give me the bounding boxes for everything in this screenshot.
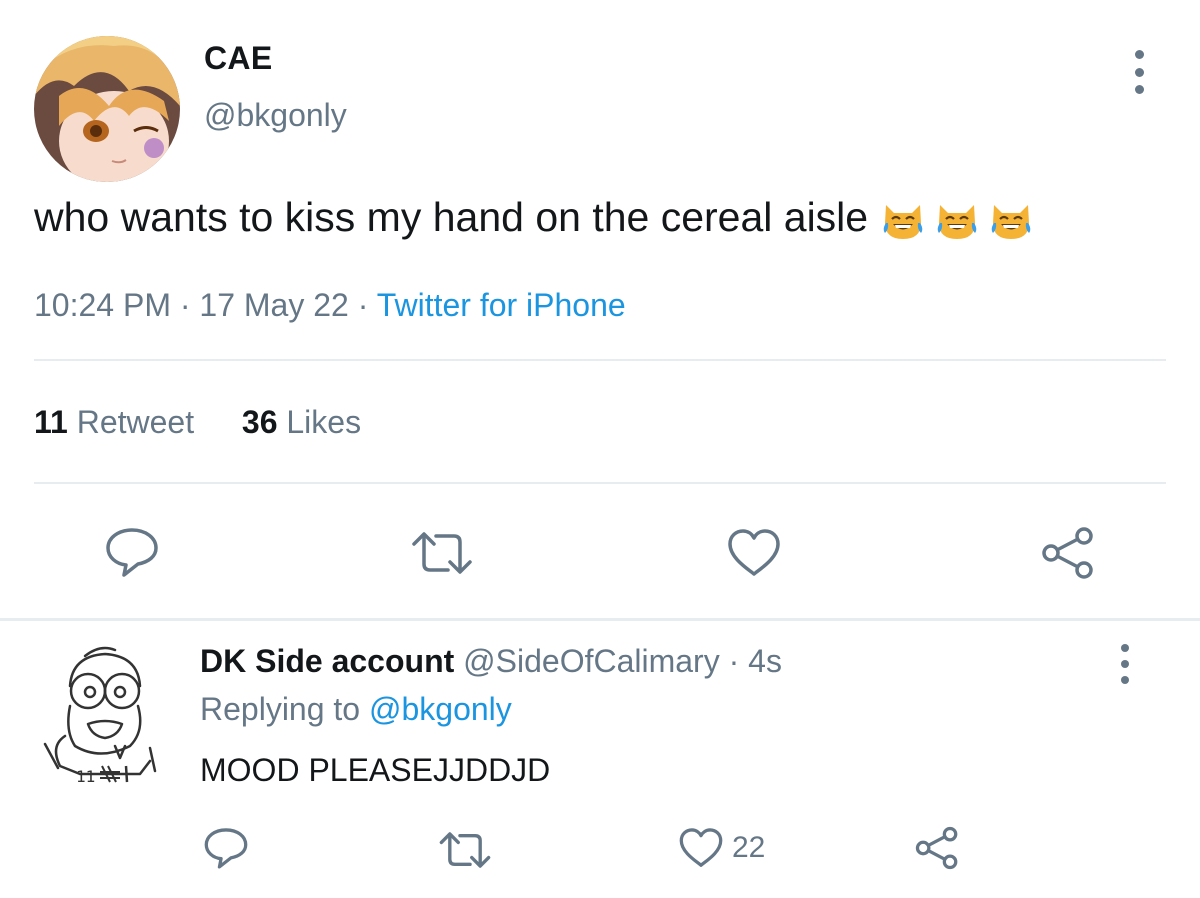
- reply-like-count: 22: [732, 831, 766, 864]
- reply-display-name[interactable]: DK Side account: [200, 643, 454, 679]
- retweet-count: 11: [34, 404, 68, 440]
- like-stat[interactable]: 36 Likes: [242, 404, 361, 440]
- reply-avatar-image: 11: [43, 646, 157, 786]
- reply-text: MOOD PLEASEJJDDJD: [200, 752, 551, 788]
- tweet-meta: 10:24 PM · 17 May 22 · Twitter for iPhon…: [34, 287, 626, 324]
- meta-separator: ·: [179, 287, 191, 323]
- reply-button[interactable]: [104, 526, 160, 578]
- reply-time[interactable]: 4s: [748, 643, 782, 679]
- reply-retweet-button[interactable]: [438, 830, 492, 870]
- tweet-date: 17 May 22: [199, 287, 349, 323]
- reply-share-button[interactable]: [914, 826, 960, 870]
- retweet-icon: [439, 832, 491, 868]
- replying-to: Replying to @bkgonly: [200, 691, 512, 728]
- tweet-body: who wants to kiss my hand on the cereal …: [34, 194, 869, 240]
- more-vertical-icon[interactable]: [1124, 50, 1154, 94]
- laughing-cat-emoji-icon: [883, 204, 923, 239]
- avatar[interactable]: [34, 36, 180, 182]
- user-handle[interactable]: @bkgonly: [204, 97, 347, 134]
- meta-separator: ·: [728, 643, 740, 679]
- laughing-cat-emoji-icon: [937, 204, 977, 239]
- replying-handle-link[interactable]: @bkgonly: [369, 691, 512, 727]
- like-count: 36: [241, 404, 278, 440]
- retweet-label: Retweet: [76, 404, 195, 440]
- avatar-image: [34, 36, 180, 182]
- svg-text:11: 11: [76, 767, 95, 786]
- tweet-stats: 11 Retweet 36 Likes: [34, 404, 361, 441]
- reply-avatar[interactable]: 11: [30, 636, 170, 786]
- retweet-button[interactable]: [410, 530, 474, 576]
- section-separator: [0, 618, 1200, 621]
- share-button[interactable]: [1040, 526, 1096, 580]
- tweet-text: who wants to kiss my hand on the cereal …: [34, 194, 1034, 241]
- share-icon: [915, 826, 958, 870]
- reply-bubble-icon: [106, 528, 158, 577]
- retweet-icon: [412, 532, 472, 574]
- display-name[interactable]: CAE: [204, 40, 272, 77]
- share-icon: [1042, 527, 1093, 579]
- heart-icon: [679, 828, 723, 867]
- reply-bubble-icon: [204, 828, 248, 869]
- like-label: Likes: [286, 404, 362, 440]
- divider: [34, 482, 1166, 484]
- more-vertical-icon[interactable]: [1112, 644, 1138, 684]
- replying-label: Replying to: [200, 691, 361, 727]
- tweet-time: 10:24 PM: [34, 287, 171, 323]
- divider: [34, 359, 1166, 361]
- like-button[interactable]: [726, 528, 782, 578]
- laughing-cat-emoji-icon: [991, 204, 1031, 239]
- tweet-source-link[interactable]: Twitter for iPhone: [377, 287, 626, 323]
- reply-like-button[interactable]: 22: [678, 827, 765, 869]
- reply-reply-button[interactable]: [203, 826, 249, 870]
- meta-separator: ·: [357, 287, 369, 323]
- heart-icon: [728, 529, 780, 576]
- reply-header: DK Side account @SideOfCalimary · 4s: [200, 643, 782, 680]
- reply-handle[interactable]: @SideOfCalimary: [463, 643, 720, 679]
- retweet-stat[interactable]: 11 Retweet: [34, 404, 194, 440]
